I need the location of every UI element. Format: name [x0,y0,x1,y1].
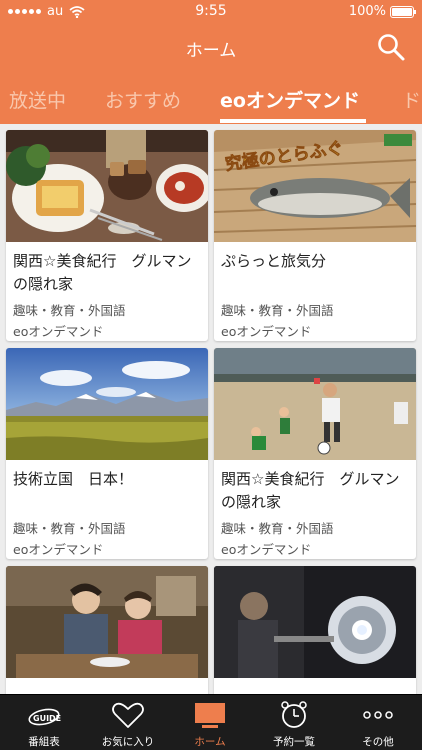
program-source: eoオンデマンド [221,542,312,557]
tabbar-item-more[interactable]: その他 [336,695,420,750]
tabbar-label: その他 [362,736,394,748]
program-card[interactable] [214,566,416,694]
category-tabs: 放送中 おすすめ eoオンデマンド ド [0,70,422,124]
guide-icon: GUIDE [28,708,61,726]
tabbar-label: 予約一覧 [273,736,315,748]
page-title: ホーム [185,41,237,61]
program-thumbnail [214,566,416,678]
active-tab-indicator [220,119,366,123]
tab-eo-on-demand[interactable]: eoオンデマンド [220,86,360,113]
more-dots-icon [363,711,393,719]
program-thumbnail: 究極のとらふぐ [214,130,416,242]
program-category: 趣味・教育・外国語 [221,303,334,318]
heart-icon [112,702,144,728]
program-thumbnail [6,130,208,242]
program-category: 趣味・教育・外国語 [221,521,334,536]
tab-next-partial[interactable]: ド [402,86,421,113]
program-title: 関西☆美食紀行 グルマンの隠れ家 [13,252,192,293]
program-card[interactable] [6,566,208,694]
program-title: ぷらっと旅気分 [221,252,327,270]
program-card[interactable]: 究極のとらふぐ ぷらっと旅気分 趣味・教育・外国語 eoオンデマンド [214,130,416,341]
tabbar-label: ホーム [194,736,226,748]
tabbar-label: お気に入り [101,736,155,748]
tabbar-item-program-guide[interactable]: GUIDE 番組表 [2,695,86,750]
tabbar-item-home[interactable]: ホーム [168,695,252,750]
program-thumbnail [6,348,208,460]
tab-broadcasting[interactable]: 放送中 [9,86,66,113]
program-category: 趣味・教育・外国語 [13,521,126,536]
bottom-tab-bar: GUIDE 番組表 お気に入り ホーム 予約一覧 その他 [0,694,422,750]
program-card[interactable]: 関西☆美食紀行 グルマンの隠れ家 趣味・教育・外国語 eoオンデマンド [214,348,416,559]
program-grid: 関西☆美食紀行 グルマンの隠れ家 趣味・教育・外国語 eoオンデマンド 究極のと… [0,124,422,694]
program-card[interactable]: 関西☆美食紀行 グルマンの隠れ家 趣味・教育・外国語 eoオンデマンド [6,130,208,341]
alarm-clock-icon [281,701,307,728]
tabbar-item-favorites[interactable]: お気に入り [86,695,170,750]
tab-recommended[interactable]: おすすめ [105,86,181,113]
status-bar: au 9:55 100% [0,0,422,24]
program-thumbnail [6,566,208,678]
program-source: eoオンデマンド [13,542,104,557]
search-icon[interactable] [376,32,406,62]
program-thumbnail [214,348,416,460]
tabbar-label: 番組表 [28,736,60,748]
battery-icon [390,5,416,18]
nav-bar: ホーム [0,24,422,70]
program-title: 関西☆美食紀行 グルマンの隠れ家 [221,470,400,511]
program-source: eoオンデマンド [13,324,104,339]
guide-logo-text: GUIDE [33,714,61,723]
status-right: 100% [348,4,416,19]
program-card[interactable]: 技術立国 日本！ 趣味・教育・外国語 eoオンデマンド [6,348,208,559]
program-category: 趣味・教育・外国語 [13,303,126,318]
tabbar-item-reservations[interactable]: 予約一覧 [252,695,336,750]
tv-icon [195,703,225,728]
program-source: eoオンデマンド [221,324,312,339]
battery-percent: 100% [348,4,386,19]
program-title: 技術立国 日本！ [13,470,134,488]
